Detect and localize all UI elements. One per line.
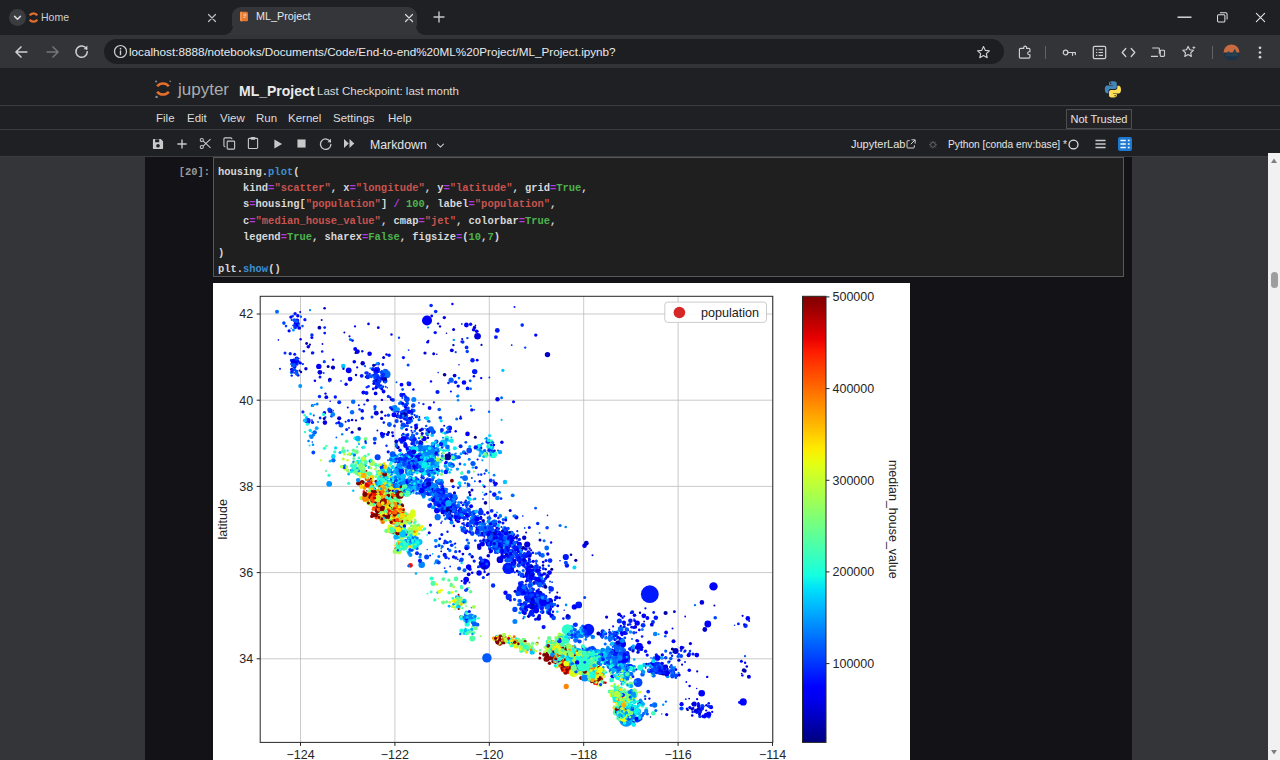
svg-text:300000: 300000 <box>833 474 875 488</box>
svg-text:42: 42 <box>239 307 253 321</box>
svg-text:400000: 400000 <box>833 382 875 396</box>
svg-text:median_house_value: median_house_value <box>886 460 900 579</box>
svg-text:−120: −120 <box>475 748 503 760</box>
svg-text:200000: 200000 <box>833 565 875 579</box>
svg-text:40: 40 <box>239 394 253 408</box>
svg-text:population: population <box>701 306 759 320</box>
svg-text:38: 38 <box>239 480 253 494</box>
svg-text:−118: −118 <box>570 748 597 760</box>
svg-text:100000: 100000 <box>833 657 875 671</box>
svg-text:latitude: latitude <box>216 499 230 539</box>
svg-text:−116: −116 <box>664 748 691 760</box>
svg-text:34: 34 <box>239 652 253 666</box>
svg-text:36: 36 <box>239 566 253 580</box>
svg-text:−122: −122 <box>381 748 409 760</box>
svg-text:500000: 500000 <box>833 290 875 304</box>
svg-text:−114: −114 <box>759 748 786 760</box>
svg-text:−124: −124 <box>286 748 314 760</box>
